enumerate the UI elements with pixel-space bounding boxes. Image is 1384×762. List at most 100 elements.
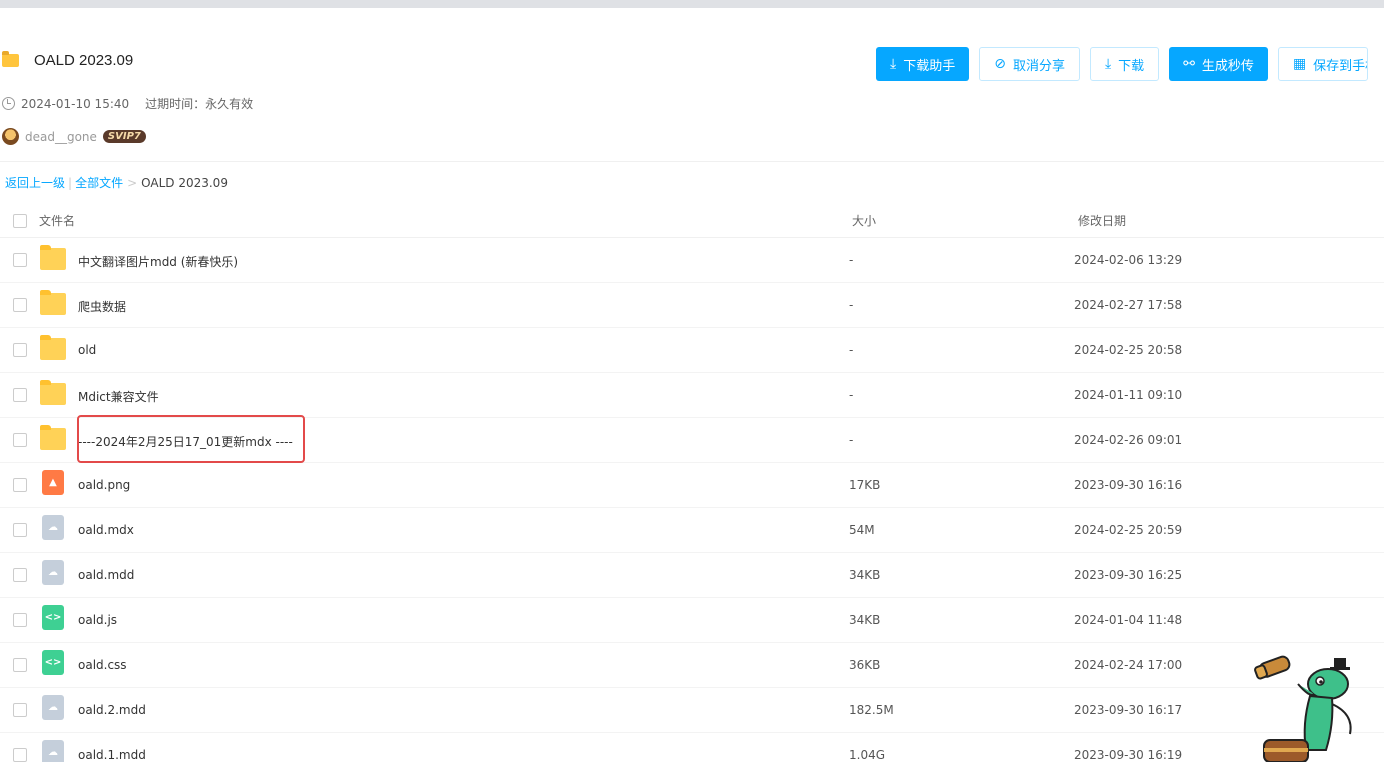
share-owner: dead__gone SVIP7 [2,128,146,145]
cloud-file-icon: ☁ [42,560,64,585]
share-expire: 过期时间：永久有效 [145,97,254,111]
clock-icon [2,97,15,110]
row-checkbox[interactable] [13,478,27,492]
generate-link-button[interactable]: ⚯ 生成秒传 [1169,47,1268,81]
table-header: 文件名 大小 修改日期 [0,200,1384,238]
file-size: - [849,388,854,402]
table-row[interactable]: ☁ oald.mdd 34KB 2023-09-30 16:25 [0,553,1384,598]
file-size: - [849,253,854,267]
save-to-phone-button[interactable]: ▦ 保存到手机 [1277,47,1368,81]
download-icon: ⤓ [1104,56,1112,72]
row-checkbox[interactable] [13,748,27,762]
file-date: 2023-09-30 16:25 [1074,568,1183,582]
image-file-icon: ▲ [42,470,64,495]
breadcrumb-current: OALD 2023.09 [141,175,228,190]
cancel-share-label: 取消分享 [1012,58,1065,74]
download-helper-label: 下载助手 [903,58,956,74]
folder-icon [40,380,66,405]
table-row[interactable]: <> oald.js 34KB 2024-01-04 11:48 [0,598,1384,643]
row-checkbox[interactable] [13,613,27,627]
select-all-checkbox[interactable] [13,214,27,228]
table-row[interactable]: <> oald.css 36KB 2024-02-24 17:00 [0,643,1384,688]
cancel-icon: ⊘ [994,56,1006,72]
file-date: 2023-09-30 16:19 [1074,748,1183,762]
avatar[interactable] [2,128,19,145]
row-checkbox[interactable] [13,343,27,357]
annotation-highlight-box [77,415,305,463]
file-name[interactable]: old [78,343,96,357]
cloud-file-icon: ☁ [42,695,64,720]
file-name[interactable]: oald.mdd [78,568,134,582]
vip-badge: SVIP7 [102,130,146,143]
share-title: OALD 2023.09 [34,52,134,69]
file-size: - [849,433,854,447]
download-icon: ⤓ [890,56,897,72]
cancel-share-button[interactable]: ⊘ 取消分享 [979,47,1080,81]
file-name[interactable]: oald.2.mdd [78,703,146,717]
download-button[interactable]: ⤓ 下载 [1089,47,1160,81]
table-row[interactable]: ☁ oald.mdx 54M 2024-02-25 20:59 [0,508,1384,553]
table-row[interactable]: old - 2024-02-25 20:58 [0,328,1384,373]
row-checkbox[interactable] [13,388,27,402]
breadcrumb: 返回上一级 | 全部文件 > OALD 2023.09 [5,174,228,191]
table-row[interactable]: ☁ oald.1.mdd 1.04G 2023-09-30 16:19 [0,733,1384,762]
row-checkbox[interactable] [13,523,27,537]
breadcrumb-all-files[interactable]: 全部文件 [75,174,123,191]
username[interactable]: dead__gone [25,130,97,144]
file-name[interactable]: Mdict兼容文件 [78,388,159,405]
file-date: 2024-02-24 17:00 [1074,658,1183,672]
table-row[interactable]: 中文翻译图片mdd (新春快乐) - 2024-02-06 13:29 [0,238,1384,283]
row-checkbox[interactable] [13,253,27,267]
download-helper-button[interactable]: ⤓ 下载助手 [876,47,970,81]
file-size: - [849,343,854,357]
table-row[interactable]: 爬虫数据 - 2024-02-27 17:58 [0,283,1384,328]
table-row[interactable]: ☁ oald.2.mdd 182.5M 2023-09-30 16:17 [0,688,1384,733]
row-checkbox[interactable] [13,433,27,447]
file-size: 182.5M [849,703,894,717]
row-checkbox[interactable] [13,298,27,312]
file-date: 2024-02-27 17:58 [1074,298,1183,312]
folder-icon [2,51,19,67]
folder-icon [40,290,66,315]
row-checkbox[interactable] [13,568,27,582]
file-size: 17KB [849,478,881,492]
folder-icon [40,245,66,270]
file-name[interactable]: oald.1.mdd [78,748,146,762]
file-date: 2024-02-25 20:58 [1074,343,1183,357]
table-row[interactable]: ▲ oald.png 17KB 2023-09-30 16:16 [0,463,1384,508]
file-date: 2024-02-06 13:29 [1074,253,1183,267]
qrcode-icon: ▦ [1292,56,1307,72]
file-date: 2024-02-25 20:59 [1074,523,1183,537]
share-created: 2024-01-10 15:40 [21,96,130,111]
file-name[interactable]: oald.js [78,613,117,627]
file-date: 2023-09-30 16:16 [1074,478,1183,492]
folder-icon [40,335,66,360]
action-toolbar: ⤓ 下载助手 ⊘ 取消分享 ⤓ 下载 ⚯ 生成秒传 ▦ 保存到手机 [876,47,1368,81]
row-checkbox[interactable] [13,703,27,717]
code-file-icon: <> [42,605,64,630]
file-size: 1.04G [849,748,886,762]
table-row[interactable]: Mdict兼容文件 - 2024-01-11 09:10 [0,373,1384,418]
download-label: 下载 [1118,58,1145,74]
file-name[interactable]: 中文翻译图片mdd (新春快乐) [78,253,238,270]
file-size: 34KB [849,613,881,627]
file-size: 54M [849,523,875,537]
file-date: 2024-02-26 09:01 [1074,433,1183,447]
breadcrumb-back[interactable]: 返回上一级 [5,174,65,191]
file-date: 2023-09-30 16:17 [1074,703,1183,717]
file-name[interactable]: 爬虫数据 [78,298,126,315]
row-checkbox[interactable] [13,658,27,672]
file-name[interactable]: oald.mdx [78,523,134,537]
column-name[interactable]: 文件名 [39,212,75,229]
header-divider [0,161,1384,162]
file-name[interactable]: oald.css [78,658,127,672]
cloud-file-icon: ☁ [42,740,64,762]
column-date[interactable]: 修改日期 [1078,212,1126,229]
file-size: 36KB [849,658,881,672]
file-size: 34KB [849,568,881,582]
file-name[interactable]: oald.png [78,478,130,492]
share-link-icon: ⚯ [1183,56,1195,72]
column-size[interactable]: 大小 [852,212,876,229]
code-file-icon: <> [42,650,64,675]
breadcrumb-separator: > [127,175,138,190]
